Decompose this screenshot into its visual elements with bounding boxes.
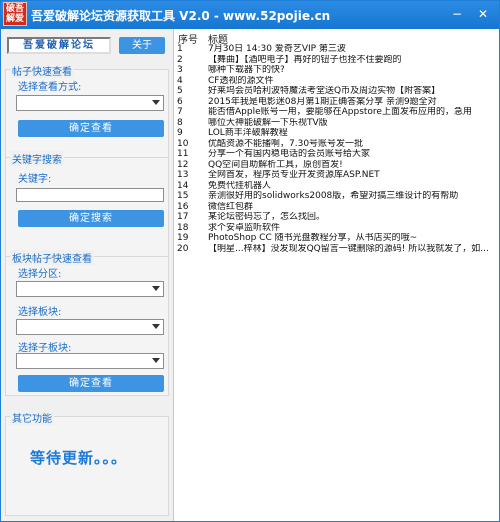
- table-row[interactable]: 19 PhotoShop CC 随书光盘教程分享，从书店买的哦~: [174, 233, 500, 243]
- row-number: 20: [177, 243, 189, 254]
- row-number: 7: [177, 107, 183, 117]
- table-row[interactable]: 6 2015年我是电影迷08月第1期正确答案分享 亲测9题全对: [174, 97, 500, 107]
- other-functions-group: 其它功能 等待更新。。。: [5, 410, 169, 516]
- partition-select[interactable]: [16, 281, 164, 297]
- row-number: 17: [177, 212, 189, 222]
- subboard-select[interactable]: [16, 353, 164, 369]
- view-mode-label: 选择查看方式:: [18, 82, 82, 93]
- keyword-search-button[interactable]: 确定搜索: [18, 210, 164, 227]
- forum-tab[interactable]: 吾爱破解论坛: [7, 37, 111, 54]
- board-view-group-title: 板块帖子快速查看: [10, 250, 94, 265]
- row-title: 优酷资源不能播啊，7.30号账号发一批: [208, 138, 364, 149]
- row-title: CF透视的源文件: [208, 75, 274, 86]
- row-title: 好莱坞会员哈利波特魔法考堂送Q币及周边实物【附答案】: [208, 86, 441, 96]
- row-number: 12: [177, 159, 189, 170]
- row-number: 8: [177, 117, 183, 128]
- table-row[interactable]: 12 QQ空间自助解析工具，原创首发!: [174, 160, 500, 170]
- title-bar[interactable]: 破吾解爱 吾爱破解论坛资源获取工具 V2.0 - www.52pojie.cn …: [1, 1, 499, 29]
- row-title: 分享一个有国内稳电话的会员账号给大家: [208, 149, 371, 159]
- board-view-confirm-button[interactable]: 确定查看: [18, 375, 164, 392]
- keyword-label: 关键字:: [18, 174, 52, 185]
- quick-view-confirm-button[interactable]: 确定查看: [18, 120, 164, 137]
- row-number: 9: [177, 128, 183, 138]
- row-number: 14: [177, 180, 189, 191]
- board-label: 选择板块:: [18, 307, 62, 318]
- row-number: 11: [177, 149, 189, 159]
- row-number: 3: [177, 65, 183, 75]
- row-number: 13: [177, 170, 189, 180]
- row-title: 全网首发，程序员专业开发资源库ASP.NET: [208, 170, 380, 180]
- table-row[interactable]: 10 优酷资源不能播啊，7.30号账号发一批: [174, 139, 500, 149]
- row-title: 哪位大神能破解一下乐视TV版: [208, 117, 328, 128]
- partition-label: 选择分区:: [18, 269, 62, 280]
- app-logo-icon: 破吾解爱: [3, 2, 27, 26]
- app-logo-text: 破吾解爱: [5, 4, 24, 24]
- row-title: 能否借Apple账号一用，要能够在Appstore上面发布应用的，急用: [208, 107, 472, 117]
- row-title: 2015年我是电影迷08月第1期正确答案分享 亲测9题全对: [208, 96, 437, 107]
- row-title: 7月30日 14:30 爱奇艺VIP 第三波: [208, 44, 346, 54]
- keyword-search-group: 关键字搜索 关键字: 确定搜索: [5, 151, 169, 261]
- row-title: QQ空间自助解析工具，原创首发!: [208, 159, 343, 170]
- row-title: LOL商丰洋破解教程: [208, 128, 288, 138]
- table-row[interactable]: 13 全网首发，程序员专业开发资源库ASP.NET: [174, 170, 500, 180]
- board-view-group: 板块帖子快速查看 选择分区: 选择板块: 选择子板块: 确定查看: [5, 250, 169, 396]
- row-number: 4: [177, 75, 183, 86]
- chevron-down-icon: [152, 358, 160, 363]
- row-title: 【明星...梓林】没发现发QQ留言一键删除的源码! 所以我就发了，如...: [208, 243, 489, 254]
- left-panel: 吾爱破解论坛 关于 帖子快速查看 选择查看方式: 确定查看 关键字搜索 关键字:…: [1, 29, 173, 521]
- table-row[interactable]: 18 求个安卓监听软件: [174, 223, 500, 233]
- row-number: 18: [177, 222, 189, 233]
- quick-view-group: 帖子快速查看 选择查看方式: 确定查看: [5, 63, 169, 163]
- row-title: 哪种下载器下的快?: [208, 65, 285, 75]
- subboard-label: 选择子板块:: [18, 343, 72, 354]
- table-row[interactable]: 11 分享一个有国内稳电话的会员账号给大家: [174, 149, 500, 159]
- other-functions-group-title: 其它功能: [10, 410, 54, 425]
- table-row[interactable]: 5 好莱坞会员哈利波特魔法考堂送Q币及周边实物【附答案】: [174, 86, 500, 96]
- table-row[interactable]: 1 7月30日 14:30 爱奇艺VIP 第三波: [174, 44, 500, 54]
- row-number: 10: [177, 138, 189, 149]
- view-mode-select[interactable]: [16, 95, 164, 111]
- main-window: 破吾解爱 吾爱破解论坛资源获取工具 V2.0 - www.52pojie.cn …: [0, 0, 500, 522]
- about-button[interactable]: 关于: [119, 37, 165, 54]
- row-number: 1: [177, 44, 183, 54]
- row-title: 亲测很好用的solidworks2008版，希望对搞三维设计的有帮助: [208, 191, 459, 201]
- chevron-down-icon: [152, 324, 160, 329]
- waiting-update-text: 等待更新。。。: [30, 449, 128, 467]
- table-row[interactable]: 7 能否借Apple账号一用，要能够在Appstore上面发布应用的，急用: [174, 107, 500, 117]
- close-button[interactable]: ✕: [473, 5, 493, 23]
- row-number: 19: [177, 233, 189, 243]
- row-number: 16: [177, 201, 189, 212]
- table-row[interactable]: 4 CF透视的源文件: [174, 76, 500, 86]
- row-title: 微信红包群: [208, 201, 254, 212]
- row-number: 6: [177, 96, 183, 107]
- row-number: 5: [177, 86, 183, 96]
- chevron-down-icon: [152, 100, 160, 105]
- window-title: 吾爱破解论坛资源获取工具 V2.0 - www.52pojie.cn: [31, 9, 331, 23]
- table-row[interactable]: 14 免费代挂机器人: [174, 181, 500, 191]
- row-title: 某论坛密码忘了，怎么找回。: [208, 212, 326, 222]
- minimize-button[interactable]: −: [447, 5, 467, 23]
- table-row[interactable]: 8 哪位大神能破解一下乐视TV版: [174, 118, 500, 128]
- row-title: 免费代挂机器人: [208, 180, 272, 191]
- chevron-down-icon: [152, 286, 160, 291]
- quick-view-group-title: 帖子快速查看: [10, 63, 74, 78]
- row-title: PhotoShop CC 随书光盘教程分享，从书店买的哦~: [208, 233, 418, 243]
- board-select[interactable]: [16, 319, 164, 335]
- table-row[interactable]: 17 某论坛密码忘了，怎么找回。: [174, 212, 500, 222]
- thread-list[interactable]: 序号 标题 1 7月30日 14:30 爱奇艺VIP 第三波 2 【舞曲】【酒吧电子】…: [173, 29, 499, 521]
- table-row[interactable]: 2 【舞曲】【酒吧电子】再好的钮子也拴不住要跑的: [174, 55, 500, 65]
- keyword-search-group-title: 关键字搜索: [10, 151, 64, 166]
- table-row[interactable]: 3 哪种下载器下的快?: [174, 65, 500, 75]
- table-row[interactable]: 16 微信红包群: [174, 202, 500, 212]
- row-number: 15: [177, 191, 189, 201]
- row-number: 2: [177, 54, 183, 65]
- row-title: 求个安卓监听软件: [208, 222, 281, 233]
- table-row[interactable]: 20 【明星...梓林】没发现发QQ留言一键删除的源码! 所以我就发了，如...: [174, 244, 500, 254]
- table-row[interactable]: 15 亲测很好用的solidworks2008版，希望对搞三维设计的有帮助: [174, 191, 500, 201]
- list-header: 序号 标题: [174, 29, 500, 46]
- keyword-input[interactable]: [16, 188, 164, 202]
- table-row[interactable]: 9 LOL商丰洋破解教程: [174, 128, 500, 138]
- row-title: 【舞曲】【酒吧电子】再好的钮子也拴不住要跑的: [208, 54, 402, 65]
